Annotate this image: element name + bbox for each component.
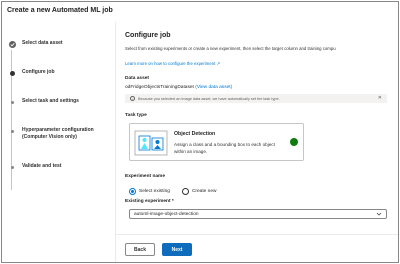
- step-label: Select data asset: [22, 40, 63, 46]
- dropdown-value: automl-image-object-detection: [134, 212, 199, 217]
- info-message-bar: i Because you selected an image data ass…: [125, 94, 387, 103]
- chevron-down-icon: [376, 211, 382, 219]
- object-detection-card[interactable]: Object Detection Assign a class and a bo…: [129, 123, 304, 161]
- step-select-data-asset[interactable]: Select data asset: [2, 40, 115, 48]
- radio-unselected-icon: [181, 188, 189, 195]
- data-asset-row: odFridgeObjectsTrainingDataset (View dat…: [125, 85, 232, 90]
- step-label: Hyperparameter configuration (Computer V…: [22, 127, 94, 140]
- pending-step-dot-icon: [10, 130, 14, 133]
- task-card-title: Object Detection: [174, 131, 216, 137]
- close-icon[interactable]: ✕: [378, 95, 382, 101]
- existing-experiment-label: Existing experiment *: [125, 199, 174, 204]
- radio-label: Select existing: [139, 189, 170, 194]
- step-hyperparameter-config[interactable]: Hyperparameter configuration (Computer V…: [2, 127, 115, 141]
- selected-check-icon: [290, 138, 298, 150]
- window-title: Create a new Automated ML job: [7, 7, 113, 14]
- current-step-dot-icon: [9, 71, 15, 76]
- step-label: Select task and settings: [22, 98, 79, 104]
- radio-create-new[interactable]: Create new: [181, 188, 217, 195]
- stepper-divider: [115, 22, 116, 262]
- pending-step-dot-icon: [10, 166, 14, 169]
- next-button[interactable]: Next: [162, 243, 192, 256]
- data-asset-name: odFridgeObjectsTrainingDataset: [125, 85, 194, 90]
- wizard-window: Create a new Automated ML job Select dat…: [1, 1, 399, 263]
- wizard-footer: Back Next: [116, 234, 398, 262]
- view-data-asset-link[interactable]: (View data asset): [195, 85, 232, 90]
- learn-more-label: Learn more on how to configure the exper…: [125, 61, 216, 66]
- step-label: Validate and test: [22, 163, 62, 169]
- checkmark-icon: [8, 41, 16, 48]
- radio-label: Create new: [191, 189, 217, 194]
- page-title: Configure job: [125, 32, 171, 39]
- info-icon: i: [130, 96, 135, 101]
- radio-select-existing[interactable]: Select existing: [129, 188, 170, 195]
- step-select-task-settings[interactable]: Select task and settings: [2, 98, 115, 105]
- info-message: Because you selected an image data asset…: [138, 96, 280, 101]
- external-link-icon: ↗: [216, 61, 221, 66]
- object-detection-icon: [134, 130, 168, 156]
- existing-experiment-dropdown[interactable]: automl-image-object-detection: [129, 209, 387, 219]
- step-configure-job[interactable]: Configure job: [2, 69, 115, 76]
- learn-more-link[interactable]: Learn more on how to configure the exper…: [125, 61, 220, 67]
- page-description: Select from existing experiments or crea…: [125, 46, 336, 51]
- radio-selected-icon: [129, 188, 136, 195]
- wizard-stepper: Select data asset Configure job Select t…: [2, 22, 115, 262]
- back-button[interactable]: Back: [125, 243, 155, 256]
- experiment-radio-group: Select existing Create new: [129, 188, 228, 195]
- task-card-description: Assign a class and a bounding box to eac…: [174, 142, 275, 154]
- experiment-name-label: Experiment name: [125, 174, 165, 179]
- pending-step-dot-icon: [10, 101, 14, 104]
- step-label: Configure job: [22, 69, 55, 75]
- data-asset-label: Data asset: [125, 76, 149, 81]
- step-validate-test[interactable]: Validate and test: [2, 163, 115, 170]
- task-type-label: Task type: [125, 113, 147, 118]
